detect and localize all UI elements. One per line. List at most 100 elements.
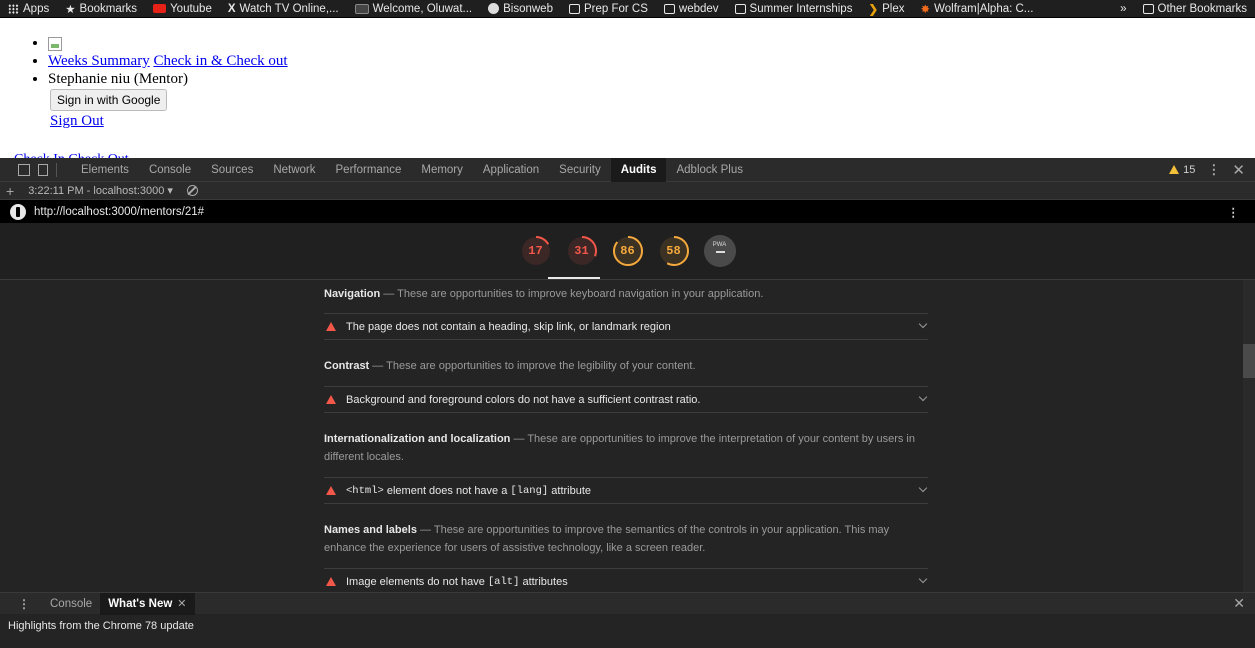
bookmark-plex[interactable]: ❯ Plex (860, 0, 912, 17)
pwa-badge[interactable]: PWA (703, 235, 736, 267)
inspect-icon[interactable] (18, 163, 30, 176)
bookmark-bookmarks[interactable]: ★ Bookmarks (57, 0, 145, 17)
plex-icon: ❯ (868, 3, 879, 16)
bookmark-apps[interactable]: Apps (0, 0, 57, 17)
audit-groups: Navigation — These are opportunities to … (324, 280, 928, 592)
warnings-badge[interactable]: 15 (1169, 164, 1195, 176)
score-gauge[interactable]: 31 (566, 235, 598, 267)
devtools-panel: Elements Console Sources Network Perform… (0, 157, 1255, 648)
tab-console[interactable]: Console (139, 158, 201, 182)
tab-elements[interactable]: Elements (71, 158, 139, 182)
x-logo-icon: X (227, 2, 236, 15)
whats-new-headline: Highlights from the Chrome 78 update (8, 620, 194, 632)
group-title: Navigation (324, 288, 381, 300)
score-value: 58 (666, 244, 681, 258)
bookmark-welcome[interactable]: Welcome, Oluwat... (347, 0, 481, 17)
close-tab-icon[interactable]: ✕ (177, 597, 186, 610)
device-toggle-icon[interactable] (38, 163, 48, 176)
list-item: Weeks Summary Check in & Check out (48, 52, 1255, 70)
drawer-tabbar: ⋮ Console What's New ✕ ✕ (0, 592, 1255, 615)
chevron-down-icon (918, 483, 928, 493)
drawer-close-icon[interactable]: ✕ (1233, 595, 1255, 612)
bookmark-bisonweb[interactable]: Bisonweb (480, 0, 561, 17)
tab-adblock-plus[interactable]: Adblock Plus (666, 158, 752, 182)
pwa-dash (715, 251, 725, 253)
tab-application[interactable]: Application (473, 158, 549, 182)
scrollbar-track[interactable] (1243, 280, 1255, 592)
bookmarks-bar: Apps ★ Bookmarks Youtube X Watch TV Online… (0, 0, 1255, 18)
close-icon[interactable]: ✕ (1232, 161, 1245, 179)
group-desc: — These are opportunities to improve the… (369, 360, 696, 372)
active-gauge-indicator (548, 277, 600, 279)
scrollbar-thumb[interactable] (1243, 344, 1255, 378)
score-gauge[interactable]: 17 (520, 235, 552, 267)
check-in-link[interactable]: Check in & Check out (153, 53, 287, 69)
group-heading: Navigation — These are opportunities to … (324, 280, 928, 313)
tab-security[interactable]: Security (549, 158, 611, 182)
report-url: http://localhost:3000/mentors/21# (34, 205, 205, 218)
nav-list: Weeks Summary Check in & Check out Steph… (0, 34, 1255, 130)
report-menu-icon[interactable]: ⋮ (1228, 205, 1240, 219)
score-gauge[interactable]: 58 (658, 235, 690, 267)
group-heading: Contrast — These are opportunities to im… (324, 340, 928, 386)
folder-icon (568, 3, 580, 14)
divider (56, 162, 57, 177)
drawer-tab-whats-new[interactable]: What's New ✕ (100, 592, 195, 615)
drawer-tab-console[interactable]: Console (42, 593, 100, 615)
session-select[interactable]: 3:22:11 PM - localhost:3000 ▾ (28, 184, 173, 197)
warning-icon (1169, 165, 1180, 174)
tab-memory[interactable]: Memory (411, 158, 473, 182)
tab-audits[interactable]: Audits (610, 157, 667, 182)
star-icon: ★ (65, 3, 76, 16)
youtube-icon (153, 4, 167, 13)
pwa-label: PWA (712, 242, 727, 248)
bookmark-webdev[interactable]: webdev (656, 0, 727, 17)
bookmarks-overflow-button[interactable]: » (1112, 0, 1134, 17)
score-value: 17 (528, 244, 543, 258)
audit-row[interactable]: The page does not contain a heading, ski… (324, 313, 928, 340)
tab-network[interactable]: Network (263, 158, 325, 182)
audit-row[interactable]: <html> element does not have a [lang] at… (324, 477, 928, 504)
drawer-menu-icon[interactable]: ⋮ (0, 597, 42, 611)
more-options-icon[interactable]: ⋮ (1207, 162, 1220, 178)
bookmark-youtube[interactable]: Youtube (145, 0, 220, 17)
group-heading: Internationalization and localization — … (324, 413, 928, 477)
wolfram-icon: ✸ (920, 3, 931, 16)
bookmark-other[interactable]: Other Bookmarks (1135, 0, 1255, 17)
bookmark-wolfram[interactable]: ✸ Wolfram|Alpha: C... (912, 0, 1041, 17)
audits-toolbar: + 3:22:11 PM - localhost:3000 ▾ (0, 182, 1255, 200)
tab-sources[interactable]: Sources (201, 158, 263, 182)
group-heading: Names and labels — These are opportuniti… (324, 504, 928, 568)
audit-row[interactable]: Image elements do not have [alt] attribu… (324, 568, 928, 592)
folder-icon (1142, 3, 1154, 14)
chevron-down-icon (918, 574, 928, 584)
page-content: Weeks Summary Check in & Check out Steph… (0, 18, 1255, 158)
group-desc: — These are opportunities to improve key… (380, 288, 764, 300)
score-gauges: 17 31 86 58 PWA (0, 223, 1255, 280)
clear-icon[interactable] (186, 185, 198, 196)
chevron-down-icon (918, 392, 928, 402)
new-audit-icon[interactable]: + (6, 183, 14, 199)
bookmark-summer-internships[interactable]: Summer Internships (727, 0, 861, 17)
tab-performance[interactable]: Performance (326, 158, 412, 182)
audit-report: Navigation — These are opportunities to … (0, 280, 1255, 592)
bookmark-prep-for-cs[interactable]: Prep For CS (561, 0, 656, 17)
apps-icon (8, 3, 19, 14)
dropdown-icon: ▾ (167, 185, 173, 197)
sign-out-link[interactable]: Sign Out (50, 112, 1255, 130)
group-title: Internationalization and localization (324, 433, 511, 445)
group-title: Names and labels (324, 524, 417, 536)
bookmark-watch-tv[interactable]: X Watch TV Online,... (220, 0, 347, 17)
bisonweb-icon (488, 3, 500, 14)
google-signin-button[interactable]: Sign in with Google (50, 89, 168, 111)
score-gauge[interactable]: 86 (612, 235, 644, 267)
broken-image-icon (48, 36, 62, 51)
devtools-right-controls: 15 ⋮ ✕ (1169, 161, 1255, 179)
weeks-summary-link[interactable]: Weeks Summary (48, 53, 150, 69)
score-value: 31 (574, 244, 589, 258)
score-value: 86 (620, 244, 635, 258)
folder-icon (734, 3, 746, 14)
bb-icon (354, 3, 369, 14)
fail-icon (326, 322, 336, 331)
audit-row[interactable]: Background and foreground colors do not … (324, 386, 928, 413)
